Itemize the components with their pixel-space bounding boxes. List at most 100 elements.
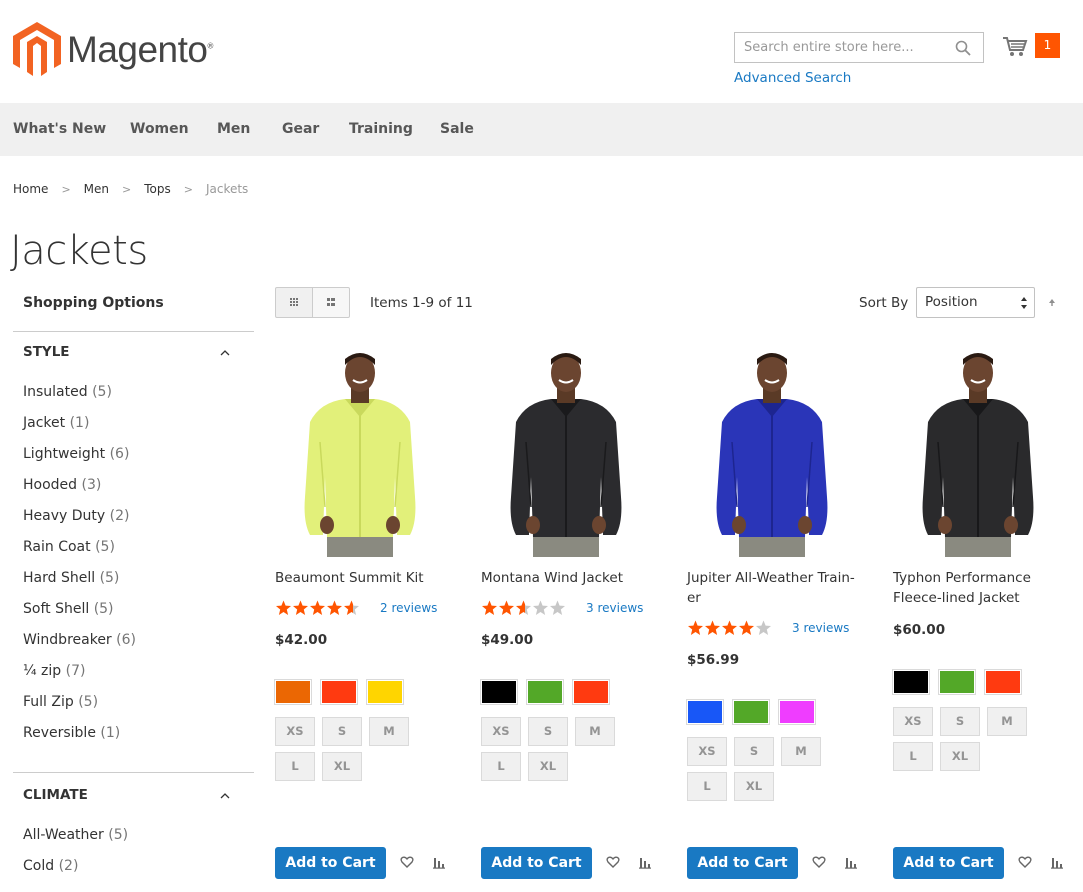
size-swatch[interactable]: L bbox=[481, 752, 521, 781]
size-swatch[interactable]: L bbox=[687, 772, 727, 801]
color-swatch[interactable] bbox=[984, 669, 1022, 695]
nav-item-men[interactable]: Men bbox=[217, 121, 250, 137]
size-swatch[interactable]: M bbox=[781, 737, 821, 766]
rating-star-icon bbox=[550, 600, 565, 615]
size-swatch[interactable]: M bbox=[575, 717, 615, 746]
size-swatch[interactable]: S bbox=[528, 717, 568, 746]
product-image-container[interactable] bbox=[471, 347, 661, 557]
product-name-link[interactable]: Typhon Performance Fleece-lined Jacket bbox=[893, 568, 1031, 608]
product-image-container[interactable] bbox=[265, 347, 455, 557]
filter-option-style[interactable]: Hooded (3) bbox=[23, 477, 101, 493]
reviews-link[interactable]: 3 reviews bbox=[792, 621, 849, 635]
filter-option-style[interactable]: Insulated (5) bbox=[23, 384, 112, 400]
breadcrumb-tops[interactable]: Tops bbox=[144, 182, 171, 196]
sort-by-select[interactable]: Position bbox=[916, 287, 1035, 318]
compare-icon[interactable] bbox=[844, 855, 858, 869]
advanced-search-link[interactable]: Advanced Search bbox=[734, 70, 851, 86]
compare-icon[interactable] bbox=[432, 855, 446, 869]
size-swatch[interactable]: M bbox=[369, 717, 409, 746]
size-swatch[interactable]: XL bbox=[528, 752, 568, 781]
color-swatch[interactable] bbox=[938, 669, 976, 695]
product-image[interactable] bbox=[883, 347, 1073, 557]
product-image[interactable] bbox=[677, 347, 867, 557]
size-swatch[interactable]: S bbox=[322, 717, 362, 746]
search-icon[interactable] bbox=[955, 40, 971, 56]
filter-option-style[interactable]: Rain Coat (5) bbox=[23, 539, 115, 555]
cart-count-badge[interactable]: 1 bbox=[1035, 33, 1060, 58]
size-swatch[interactable]: XS bbox=[687, 737, 727, 766]
nav-item-training[interactable]: Training bbox=[349, 121, 413, 137]
color-swatch[interactable] bbox=[892, 669, 930, 695]
size-swatch[interactable]: XS bbox=[481, 717, 521, 746]
list-view-button[interactable] bbox=[312, 287, 350, 318]
color-swatch[interactable] bbox=[320, 679, 358, 705]
add-to-cart-button[interactable]: Add to Cart bbox=[687, 847, 798, 879]
filter-option-style[interactable]: Reversible (1) bbox=[23, 725, 120, 741]
sort-direction-arrow-icon[interactable] bbox=[1047, 296, 1057, 308]
size-swatch[interactable]: XL bbox=[322, 752, 362, 781]
rating-star-icon bbox=[310, 600, 325, 615]
product-image-container[interactable] bbox=[883, 347, 1073, 557]
store-logo[interactable]: Magento® bbox=[13, 22, 213, 78]
chevron-up-icon[interactable] bbox=[219, 347, 231, 359]
heart-icon[interactable] bbox=[400, 855, 414, 869]
color-swatch[interactable] bbox=[732, 699, 770, 725]
size-swatch[interactable]: L bbox=[893, 742, 933, 771]
add-to-cart-button[interactable]: Add to Cart bbox=[893, 847, 1004, 879]
nav-item-sale[interactable]: Sale bbox=[440, 121, 474, 137]
filter-title-style[interactable]: STYLE bbox=[23, 344, 70, 360]
product-image[interactable] bbox=[471, 347, 661, 557]
grid-view-button[interactable] bbox=[275, 287, 313, 318]
nav-item-gear[interactable]: Gear bbox=[282, 121, 319, 137]
filter-option-climate[interactable]: Cold (2) bbox=[23, 858, 78, 874]
size-swatch[interactable]: XS bbox=[275, 717, 315, 746]
compare-icon[interactable] bbox=[638, 855, 652, 869]
size-swatch[interactable]: XL bbox=[940, 742, 980, 771]
chevron-up-icon[interactable] bbox=[219, 790, 231, 802]
size-swatch[interactable]: L bbox=[275, 752, 315, 781]
add-to-cart-button[interactable]: Add to Cart bbox=[481, 847, 592, 879]
color-swatch[interactable] bbox=[274, 679, 312, 705]
product-name-link[interactable]: Beaumont Summit Kit bbox=[275, 568, 424, 588]
reviews-link[interactable]: 2 reviews bbox=[380, 601, 437, 615]
filter-option-style[interactable]: Lightweight (6) bbox=[23, 446, 129, 462]
color-swatch[interactable] bbox=[526, 679, 564, 705]
search-box[interactable] bbox=[734, 32, 984, 63]
size-swatch[interactable]: XL bbox=[734, 772, 774, 801]
filter-option-style[interactable]: Windbreaker (6) bbox=[23, 632, 136, 648]
filter-title-climate[interactable]: CLIMATE bbox=[23, 787, 88, 803]
size-swatch[interactable]: S bbox=[940, 707, 980, 736]
filter-option-style[interactable]: Hard Shell (5) bbox=[23, 570, 119, 586]
heart-icon[interactable] bbox=[812, 855, 826, 869]
filter-option-style[interactable]: Soft Shell (5) bbox=[23, 601, 114, 617]
size-swatch[interactable]: S bbox=[734, 737, 774, 766]
filter-option-style[interactable]: Full Zip (5) bbox=[23, 694, 98, 710]
reviews-link[interactable]: 3 reviews bbox=[586, 601, 643, 615]
color-swatch[interactable] bbox=[572, 679, 610, 705]
breadcrumb-men[interactable]: Men bbox=[84, 182, 109, 196]
filter-option-style[interactable]: Heavy Duty (2) bbox=[23, 508, 129, 524]
product-image-container[interactable] bbox=[677, 347, 867, 557]
color-swatch[interactable] bbox=[480, 679, 518, 705]
nav-item-women[interactable]: Women bbox=[130, 121, 189, 137]
nav-item-whats-new[interactable]: What's New bbox=[13, 121, 106, 137]
size-swatch[interactable]: M bbox=[987, 707, 1027, 736]
heart-icon[interactable] bbox=[1018, 855, 1032, 869]
compare-icon[interactable] bbox=[1050, 855, 1064, 869]
filter-option-label: Full Zip bbox=[23, 694, 79, 710]
color-swatch[interactable] bbox=[778, 699, 816, 725]
size-swatch[interactable]: XS bbox=[893, 707, 933, 736]
color-swatch[interactable] bbox=[686, 699, 724, 725]
filter-option-climate[interactable]: All-Weather (5) bbox=[23, 827, 128, 843]
product-name-link[interactable]: Jupiter All-Weather Train-er bbox=[687, 568, 855, 608]
product-name-link[interactable]: Montana Wind Jacket bbox=[481, 568, 623, 588]
color-swatch[interactable] bbox=[366, 679, 404, 705]
cart-icon[interactable] bbox=[1002, 34, 1028, 60]
filter-option-style[interactable]: Jacket (1) bbox=[23, 415, 89, 431]
filter-option-style[interactable]: ¼ zip (7) bbox=[23, 663, 85, 679]
add-to-cart-button[interactable]: Add to Cart bbox=[275, 847, 386, 879]
product-image[interactable] bbox=[265, 347, 455, 557]
heart-icon[interactable] bbox=[606, 855, 620, 869]
search-input[interactable] bbox=[735, 33, 945, 62]
breadcrumb-home[interactable]: Home bbox=[13, 182, 48, 196]
